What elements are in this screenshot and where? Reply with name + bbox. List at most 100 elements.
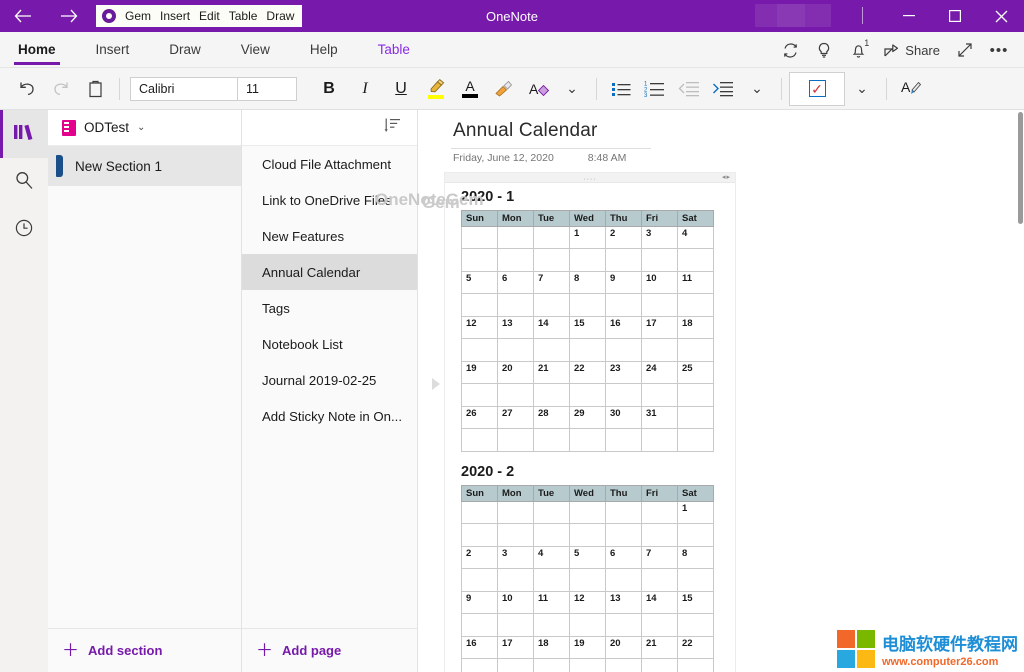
italic-button[interactable]: I [347,73,383,105]
notes-cell[interactable] [570,249,606,272]
day-cell[interactable]: 20 [498,362,534,384]
clear-formatting-button[interactable]: A [523,74,553,104]
notes-cell[interactable] [534,614,570,637]
bold-button[interactable]: B [311,73,347,105]
back-arrow-icon[interactable] [0,0,46,32]
gem-menu-insert[interactable]: Insert [160,9,190,23]
day-cell[interactable]: 14 [642,592,678,614]
notes-cell[interactable] [498,569,534,592]
notes-cell[interactable] [498,524,534,547]
numbered-list-button[interactable]: 1 2 3 [640,74,670,104]
bulleted-list-button[interactable] [606,74,636,104]
notes-cell[interactable] [498,294,534,317]
font-more-chevron-icon[interactable]: ⌄ [557,74,587,104]
sync-icon[interactable] [773,32,807,68]
notes-cell[interactable] [642,294,678,317]
notes-cell[interactable] [462,614,498,637]
list-item[interactable]: Add Sticky Note in On... [242,398,417,434]
notes-cell[interactable] [642,384,678,407]
table-row-notes[interactable] [462,614,714,637]
table-row-notes[interactable] [462,249,714,272]
day-cell[interactable]: 19 [462,362,498,384]
handle-resize-arrows-icon[interactable]: ◂▸ [722,174,731,181]
rail-item-notebooks[interactable] [0,110,48,158]
table-row[interactable]: 16 17 18 19 20 21 22 [462,637,714,659]
day-cell[interactable]: 13 [606,592,642,614]
sort-pages-icon[interactable] [384,117,401,139]
notes-cell[interactable] [462,339,498,362]
day-cell[interactable]: 5 [570,547,606,569]
highlight-button[interactable] [419,73,453,105]
gem-menu-draw[interactable]: Draw [266,9,294,23]
add-section-button[interactable]: ＋ Add section [48,628,242,672]
day-cell[interactable]: 1 [570,227,606,249]
scrollbar-thumb[interactable] [1018,112,1023,224]
notifications-bell-icon[interactable]: 1 [841,32,875,68]
list-item[interactable]: Tags [242,290,417,326]
table-row-notes[interactable] [462,384,714,407]
day-cell[interactable]: 18 [534,637,570,659]
table-row-notes[interactable] [462,569,714,592]
day-cell[interactable]: 11 [678,272,714,294]
notes-cell[interactable] [606,569,642,592]
todo-tag-button[interactable]: ✓ [789,72,845,106]
day-cell[interactable]: 14 [534,317,570,339]
table-row[interactable]: 12 13 14 15 16 17 18 [462,317,714,339]
day-cell[interactable]: 15 [678,592,714,614]
notes-cell[interactable] [462,569,498,592]
notes-cell[interactable] [534,659,570,672]
notes-cell[interactable] [498,429,534,452]
day-cell[interactable]: 7 [534,272,570,294]
notebook-header[interactable]: ODTest ⌄ [48,110,241,146]
table-row-notes[interactable] [462,429,714,452]
day-cell[interactable]: 20 [606,637,642,659]
tab-draw[interactable]: Draw [165,32,205,68]
more-options-icon[interactable]: ••• [982,32,1016,68]
day-cell[interactable] [534,502,570,524]
tab-table[interactable]: Table [374,32,414,68]
tag-more-chevron-icon[interactable]: ⌄ [847,74,877,104]
day-cell[interactable] [462,502,498,524]
page-title[interactable]: Annual Calendar [453,120,598,142]
day-cell[interactable] [462,227,498,249]
notes-cell[interactable] [678,659,714,672]
tab-insert[interactable]: Insert [92,32,134,68]
day-cell[interactable]: 17 [498,637,534,659]
notes-cell[interactable] [678,294,714,317]
notes-cell[interactable] [462,659,498,672]
close-button[interactable] [978,0,1024,32]
redo-button[interactable] [46,74,76,104]
day-cell[interactable]: 12 [570,592,606,614]
day-cell[interactable]: 30 [606,407,642,429]
font-name-input[interactable]: Calibri [131,78,238,100]
day-cell[interactable]: 4 [534,547,570,569]
list-item-selected[interactable]: Annual Calendar [242,254,417,290]
day-cell[interactable]: 1 [678,502,714,524]
notes-cell[interactable] [534,569,570,592]
paragraph-more-chevron-icon[interactable]: ⌄ [742,74,772,104]
decrease-indent-button[interactable] [674,74,704,104]
day-cell[interactable]: 26 [462,407,498,429]
day-cell[interactable]: 24 [642,362,678,384]
notes-cell[interactable] [606,339,642,362]
day-cell[interactable]: 8 [678,547,714,569]
notes-cell[interactable] [606,659,642,672]
ink-to-text-button[interactable]: A [896,74,926,104]
rail-item-recent-notes[interactable] [0,206,48,254]
table-row-notes[interactable] [462,659,714,672]
calendar-table-month-2[interactable]: Sun Mon Tue Wed Thu Fri Sat [461,485,714,672]
clipboard-paste-button[interactable] [80,74,110,104]
increase-indent-button[interactable] [708,74,738,104]
list-item[interactable]: Link to OneDrive Files [242,182,417,218]
notes-cell[interactable] [534,249,570,272]
maximize-button[interactable] [932,0,978,32]
add-page-button[interactable]: ＋ Add page [242,628,418,672]
day-cell[interactable]: 21 [642,637,678,659]
notes-cell[interactable] [606,429,642,452]
day-cell[interactable]: 19 [570,637,606,659]
tab-view[interactable]: View [237,32,274,68]
note-container[interactable]: ···· ◂▸ 2020 - 1 Sun Mon Tue Wed Thu Fri [444,172,736,672]
table-row[interactable]: 1 2 3 4 [462,227,714,249]
notes-cell[interactable] [642,429,678,452]
notes-cell[interactable] [570,384,606,407]
